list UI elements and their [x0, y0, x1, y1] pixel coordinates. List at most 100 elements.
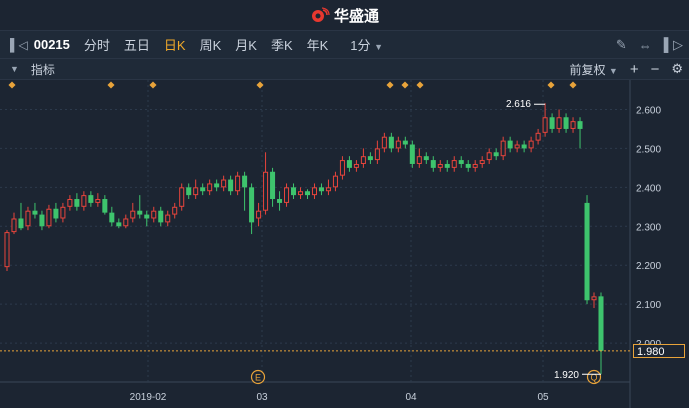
candle-body: [88, 195, 94, 203]
candle-body: [291, 187, 297, 196]
y-tick-label: 2.200: [636, 261, 661, 272]
candle-body: [256, 210, 262, 219]
candle-body: [528, 140, 534, 149]
event-marker[interactable]: [386, 81, 394, 89]
candle-body: [242, 175, 248, 188]
candle-body: [598, 296, 604, 351]
current-price-tag: 1.980: [633, 343, 685, 358]
pen-icon[interactable]: ✎: [616, 37, 627, 53]
tab-daily-k[interactable]: 日K: [164, 35, 186, 54]
candle-body: [381, 136, 387, 149]
candle-body: [53, 208, 59, 219]
candle-body: [556, 117, 562, 129]
interval-label: 1分: [350, 38, 371, 53]
expand-icon[interactable]: ⇔: [639, 38, 652, 53]
x-tick-label: 05: [537, 392, 549, 403]
kline-chart[interactable]: 2.6002.5002.4002.3002.2002.1002.000 2019…: [0, 80, 689, 408]
tab-quarterly-k[interactable]: 季K: [271, 35, 293, 54]
adjust-select[interactable]: 前复权 ▼: [570, 61, 618, 78]
event-marker[interactable]: [8, 81, 16, 89]
candle-body: [130, 210, 136, 219]
event-marker[interactable]: [107, 81, 115, 89]
candle-body: [437, 163, 443, 168]
quarter-event-badge[interactable]: Q: [586, 369, 602, 385]
candle-body: [563, 117, 569, 129]
candle-body: [542, 117, 548, 133]
event-marker[interactable]: [401, 81, 409, 89]
candle-body: [277, 199, 283, 203]
interval-select[interactable]: 1分 ▼: [350, 35, 383, 54]
event-marker[interactable]: [569, 81, 577, 89]
candle-body: [109, 212, 115, 223]
x-axis: 2019-02 03 04 05: [130, 392, 549, 403]
gear-icon[interactable]: ⚙: [671, 61, 683, 77]
event-marker[interactable]: [149, 81, 157, 89]
candle-body: [374, 148, 380, 161]
candle-body: [346, 160, 352, 168]
x-tick-label: 04: [405, 392, 417, 403]
panel-toggle-icon[interactable]: ▌◁: [10, 38, 28, 52]
annotations: 2.616 1.920 E Q: [0, 99, 630, 385]
collapse-arrow-icon[interactable]: ▼: [10, 64, 19, 74]
earnings-event-badge[interactable]: E: [250, 369, 266, 385]
event-marker[interactable]: [547, 81, 555, 89]
candle-body: [409, 144, 415, 164]
candle-body: [249, 187, 255, 223]
candle-body: [193, 187, 199, 196]
candle-body: [521, 144, 527, 149]
tab-yearly-k[interactable]: 年K: [307, 35, 329, 54]
y-axis: 2.6002.5002.4002.3002.2002.1002.000: [636, 105, 661, 350]
candle-body: [67, 199, 73, 207]
candle-body: [32, 210, 38, 215]
candle-body: [102, 199, 108, 213]
candle-body: [60, 206, 66, 219]
high-label: 2.616: [506, 99, 531, 110]
candle-body: [4, 232, 10, 268]
candle-body: [25, 210, 31, 227]
chevron-down-icon: ▼: [608, 65, 618, 76]
tab-intraday[interactable]: 分时: [84, 35, 110, 54]
candle-body: [179, 187, 185, 207]
tab-five-day[interactable]: 五日: [124, 35, 150, 54]
plus-icon[interactable]: +: [630, 61, 639, 78]
tab-weekly-k[interactable]: 周K: [200, 35, 222, 54]
y-tick-label: 2.600: [636, 105, 661, 116]
candle-body: [514, 144, 520, 149]
candle-body: [207, 183, 213, 192]
event-marker-row: [8, 81, 577, 89]
candle-body: [304, 191, 311, 196]
candle-body: [493, 152, 499, 157]
candle-body: [11, 218, 17, 233]
candle-body: [221, 179, 227, 188]
candle-body: [311, 187, 317, 196]
settings-icon[interactable]: ▌▷: [664, 37, 683, 53]
y-tick-label: 2.500: [636, 144, 661, 155]
candle-body: [353, 163, 359, 168]
minus-icon[interactable]: −: [651, 61, 660, 78]
candle-body: [388, 136, 394, 149]
candle-body: [158, 210, 164, 223]
candle-body: [591, 296, 597, 301]
toolbar-right-group: ✎ ⇔ ▌▷: [616, 31, 683, 59]
candle-body: [332, 175, 338, 188]
adjust-label: 前复权: [569, 62, 606, 77]
indicator-label[interactable]: 指标: [31, 61, 55, 78]
candle-body: [458, 160, 464, 164]
candle-body: [507, 140, 513, 149]
candle-body: [297, 191, 304, 196]
candle-body: [402, 140, 408, 145]
event-marker[interactable]: [256, 81, 264, 89]
candle-body: [123, 218, 129, 227]
y-tick-label: 2.100: [636, 300, 661, 311]
candle-body: [116, 222, 122, 227]
y-tick-label: 2.400: [636, 183, 661, 194]
indicator-bar: ▼ 指标 前复权 ▼ + − ⚙: [0, 59, 689, 80]
candle-body: [549, 117, 555, 129]
candle-body: [318, 187, 324, 192]
event-marker[interactable]: [416, 81, 424, 89]
candle-body: [367, 156, 373, 161]
app-name: 华盛通: [333, 7, 379, 25]
tab-monthly-k[interactable]: 月K: [235, 35, 257, 54]
candle-body: [270, 171, 276, 200]
candle-body: [577, 121, 583, 129]
